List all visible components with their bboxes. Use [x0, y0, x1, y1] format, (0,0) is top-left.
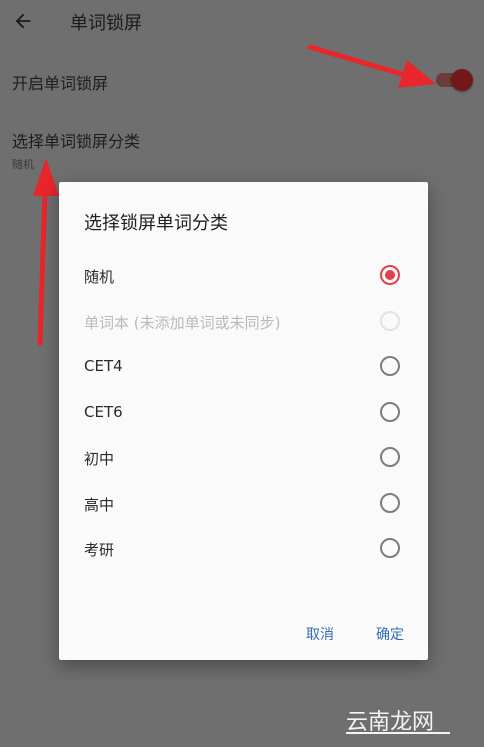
option-label: 随机	[84, 268, 115, 286]
page-title: 单词锁屏	[70, 13, 142, 34]
option-junior-high[interactable]: 初中	[59, 435, 428, 481]
radio-unchecked-icon[interactable]	[380, 356, 400, 376]
dialog-title: 选择锁屏单词分类	[84, 213, 228, 234]
back-arrow-icon[interactable]	[12, 10, 34, 32]
option-random[interactable]: 随机	[59, 253, 428, 299]
option-label: 单词本 (未添加单词或未同步)	[84, 314, 281, 332]
option-cet6[interactable]: CET6	[59, 390, 428, 436]
enable-word-lockscreen-toggle[interactable]	[434, 68, 474, 92]
word-lockscreen-category-label: 选择单词锁屏分类	[12, 132, 141, 151]
category-dialog: 选择锁屏单词分类 随机 单词本 (未添加单词或未同步) CET4 CET6 初中…	[59, 182, 428, 660]
option-label: 考研	[84, 541, 115, 559]
option-label: 初中	[84, 450, 115, 468]
word-lockscreen-category-value: 随机	[12, 158, 34, 171]
enable-word-lockscreen-label: 开启单词锁屏	[12, 74, 109, 93]
arrow-to-category-icon	[33, 158, 59, 346]
option-label: 高中	[84, 496, 115, 514]
watermark-underline	[346, 732, 450, 734]
enable-word-lockscreen-row[interactable]: 开启单词锁屏	[0, 52, 484, 112]
option-postgraduate[interactable]: 考研	[59, 526, 428, 572]
cancel-button[interactable]: 取消	[306, 624, 334, 644]
radio-unchecked-icon[interactable]	[380, 402, 400, 422]
toggle-thumb	[451, 69, 473, 91]
radio-unchecked-icon[interactable]	[380, 538, 400, 558]
option-label: CET4	[84, 357, 123, 375]
watermark: 云南龙网	[346, 704, 450, 735]
option-wordbook: 单词本 (未添加单词或未同步)	[59, 299, 428, 345]
confirm-button[interactable]: 确定	[376, 624, 404, 644]
radio-unchecked-icon[interactable]	[380, 447, 400, 467]
option-senior-high[interactable]: 高中	[59, 481, 428, 527]
radio-disabled-icon	[380, 311, 400, 331]
option-label: CET6	[84, 403, 123, 421]
radio-checked-icon[interactable]	[380, 265, 400, 285]
radio-unchecked-icon[interactable]	[380, 493, 400, 513]
app-bar: 单词锁屏	[0, 0, 484, 42]
option-cet4[interactable]: CET4	[59, 344, 428, 390]
word-lockscreen-category-row[interactable]: 选择单词锁屏分类 随机	[0, 112, 484, 178]
